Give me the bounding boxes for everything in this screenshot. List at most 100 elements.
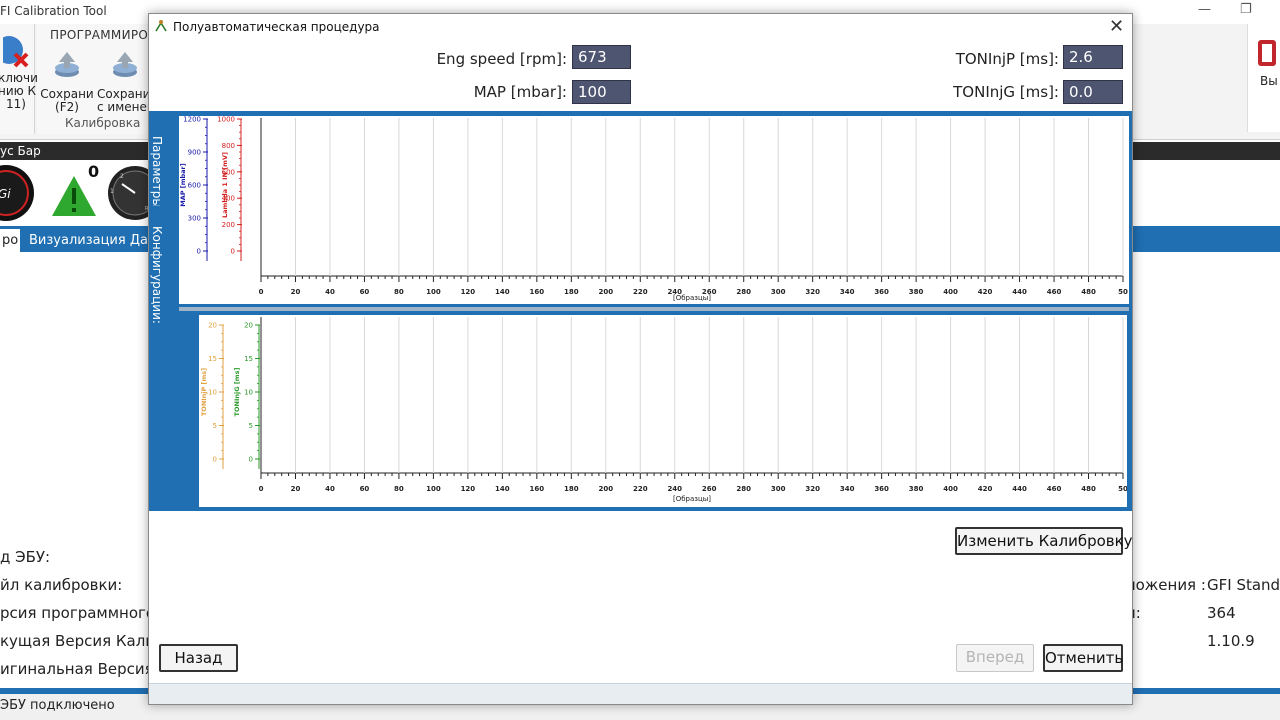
close-icon[interactable]: ✕ — [1109, 16, 1124, 37]
x-tick-label: 160 — [530, 485, 545, 493]
y-tick-label: 600 — [188, 182, 201, 190]
save-disk-icon — [55, 52, 79, 77]
x-tick-label: 360 — [874, 288, 889, 296]
eng-speed-value: 673 — [572, 45, 631, 69]
disconnect-button[interactable]: ключит нию К 11) — [0, 34, 45, 111]
x-tick-label: 460 — [1047, 288, 1062, 296]
info-application-label: ложения : — [1126, 576, 1206, 594]
exit-icon — [1258, 40, 1276, 66]
toninjg-label: TONInjG [ms]: — [953, 83, 1059, 101]
x-tick-label: 300 — [771, 288, 786, 296]
x-tick-label: 100 — [426, 288, 441, 296]
x-tick-label: 0 — [259, 485, 264, 493]
exit-label: Вы — [1260, 74, 1278, 88]
x-tick-label: 320 — [805, 288, 820, 296]
x-tick-label: 60 — [360, 288, 370, 296]
dialog-footer — [149, 683, 1132, 704]
change-calibration-button[interactable]: Изменить Калибровку — [955, 527, 1133, 555]
gauge-icons: Gi 2 1 RPM — [0, 165, 162, 221]
side-tab-configurations[interactable]: Конфигурации: — [150, 206, 170, 324]
x-tick-label: 50 — [1118, 485, 1127, 493]
screen: FI Calibration Tool — ❐ ключит нию К 11)… — [0, 0, 1280, 720]
side-tab-parameters[interactable]: Параметры — [150, 116, 170, 208]
x-tick-label: 220 — [633, 288, 648, 296]
x-tick-label: 480 — [1081, 288, 1096, 296]
y-tick-label: 300 — [188, 215, 201, 223]
x-tick-label: 320 — [805, 485, 820, 493]
restore-icon[interactable]: ❐ — [1240, 2, 1252, 17]
ribbon-tab-programming[interactable]: ПРОГРАММИРОВ — [50, 28, 157, 42]
toninjg-value: 0.0 — [1063, 80, 1123, 104]
x-tick-label: 420 — [978, 288, 993, 296]
save-button[interactable]: Сохрани (F2) — [39, 50, 95, 114]
y-tick-label: 10 — [208, 389, 217, 397]
x-tick-label: 380 — [909, 485, 924, 493]
x-axis-label: [Образцы] — [673, 294, 711, 302]
tab-data-visualization[interactable]: Визуализация Дан — [29, 229, 156, 252]
chart-top-svg: 0 20 40 60 80 100 120 140 160 180 200 220 240 260 280 3… — [179, 116, 1128, 303]
x-tick-label: 360 — [874, 485, 889, 493]
chart-top: 0 20 40 60 80 100 120 140 160 180 200 220 240 260 280 3… — [179, 116, 1129, 304]
x-tick-label: 380 — [909, 288, 924, 296]
info-ecu-label: д ЭБУ: — [0, 548, 51, 566]
x-tick-label: 40 — [325, 288, 335, 296]
x-tick-label: 180 — [564, 288, 579, 296]
semi-automatic-procedure-dialog: Полуавтоматическая процедура ✕ Eng speed… — [148, 13, 1133, 705]
plot-panel: Параметры Конфигурации: 0 20 40 60 80 100 120 1… — [149, 111, 1132, 511]
x-tick-label: 240 — [667, 485, 682, 493]
connection-status: ЭБУ подключено — [0, 698, 115, 713]
ribbon-group-calibration: ПРОГРАММИРОВ Сохрани (F2) Сохранит с име… — [37, 24, 157, 134]
save-as-disk-icon — [113, 52, 137, 77]
x-tick-label: 140 — [495, 288, 510, 296]
x-tick-label: 460 — [1047, 485, 1062, 493]
info-application-value: GFI Stand — [1207, 576, 1280, 594]
y-tick-label: 900 — [188, 149, 201, 157]
chart-bottom-svg: 0 20 40 60 80 100 120 140 160 180 200 220 240 260 280 3… — [200, 317, 1128, 503]
x-tick-label: 50 — [1118, 288, 1128, 296]
x-tick-label: 20 — [291, 485, 301, 493]
save-as-button[interactable]: Сохранит с именем — [97, 50, 157, 114]
info-current-calibration-label: кущая Версия Кали — [0, 632, 156, 650]
x-tick-label: 80 — [394, 288, 404, 296]
toninjp-label: TONInjP [ms]: — [955, 50, 1059, 68]
x-tick-label: 20 — [291, 288, 301, 296]
y-axis-label: MAP [mbar] — [179, 163, 187, 207]
x-tick-label: 280 — [736, 485, 751, 493]
chart-splitter[interactable] — [179, 307, 1129, 311]
info-original-version-label: игинальная Версия — [0, 660, 154, 678]
x-tick-label: 80 — [394, 485, 404, 493]
minimize-icon[interactable]: — — [1198, 2, 1211, 17]
x-tick-label: 120 — [461, 485, 476, 493]
y-tick-label: 800 — [222, 142, 235, 150]
y-tick-label: 20 — [208, 322, 217, 330]
exit-button[interactable]: Вы — [1247, 24, 1280, 132]
svg-text:2: 2 — [120, 173, 124, 180]
forward-button[interactable]: Вперед — [956, 644, 1034, 672]
y-tick-label: 10 — [244, 389, 253, 397]
y-axis-label: TONInjG [ms] — [233, 368, 241, 417]
cancel-button[interactable]: Отменить — [1043, 644, 1123, 672]
y-tick-label: 15 — [244, 355, 253, 363]
y-tick-label: 1200 — [183, 116, 201, 124]
x-tick-label: 260 — [702, 485, 717, 493]
y-tick-label: 200 — [222, 221, 235, 229]
x-tick-label: 160 — [530, 288, 545, 296]
x-tick-label: 120 — [461, 288, 476, 296]
map-value: 100 — [572, 80, 631, 104]
x-tick-label: 100 — [426, 485, 441, 493]
svg-text:1: 1 — [110, 188, 114, 195]
x-tick-label: 40 — [325, 485, 335, 493]
chart-bottom: 0 20 40 60 80 100 120 140 160 180 200 220 240 260 280 3… — [199, 315, 1128, 507]
y-axis-label: Lambda 1 IN [mV] — [221, 152, 229, 218]
y-tick-label: 20 — [244, 322, 253, 330]
tab-info[interactable]: ро — [0, 229, 21, 252]
x-tick-label: 0 — [259, 288, 264, 296]
toninjp-value: 2.6 — [1063, 45, 1123, 69]
x-tick-label: 420 — [978, 485, 993, 493]
x-tick-label: 440 — [1012, 288, 1027, 296]
y-tick-label: 15 — [208, 355, 217, 363]
ribbon-group-connection: ключит нию К 11) — [0, 24, 45, 134]
info-software-version-label: рсия программного с — [0, 604, 169, 622]
x-tick-label: 200 — [598, 288, 613, 296]
back-button[interactable]: Назад — [159, 644, 238, 672]
